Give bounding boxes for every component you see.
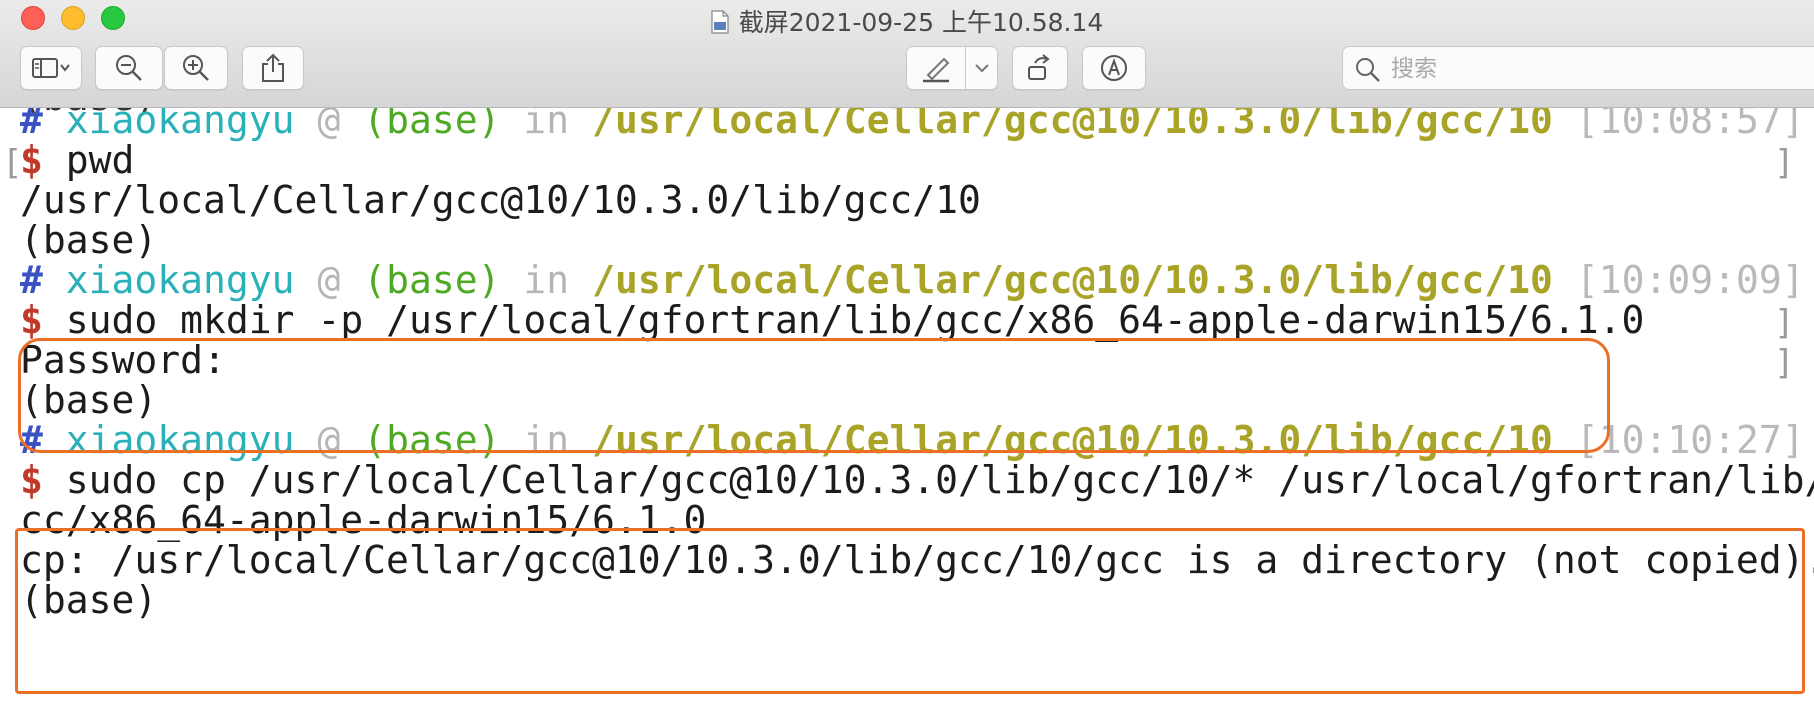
search-field[interactable] <box>1342 46 1814 90</box>
prompt-user: xiaokangyu <box>65 418 295 462</box>
output-line: /usr/local/Cellar/gcc@10/10.3.0/lib/gcc/… <box>20 177 981 223</box>
command-text: pwd <box>65 138 135 182</box>
prompt-cwd: /usr/local/Cellar/gcc@10/10.3.0/lib/gcc/… <box>592 108 1553 142</box>
command-text: sudo cp /usr/local/Cellar/gcc@10/10.3.0/… <box>65 458 1814 502</box>
zoom-in-icon <box>181 53 211 83</box>
markup-pen-icon <box>1099 53 1129 83</box>
env-text: (base) <box>20 218 158 262</box>
search-input[interactable] <box>1389 51 1793 87</box>
highlighter-icon <box>920 53 952 83</box>
sidebar-icon <box>31 56 71 80</box>
sidebar-toggle-button[interactable] <box>20 46 82 90</box>
window-titlebar: 截屏2021-09-25 上午10.58.14 <box>0 0 1814 108</box>
error-text: cp: /usr/local/Cellar/gcc@10/10.3.0/lib/… <box>20 538 1814 582</box>
right-bracket: ] <box>1774 343 1795 383</box>
prompt-cwd: /usr/local/Cellar/gcc@10/10.3.0/lib/gcc/… <box>592 258 1553 302</box>
prompt-env: (base) <box>363 418 501 462</box>
prompt-in: in <box>523 108 570 142</box>
output-line: cp: /usr/local/Cellar/gcc@10/10.3.0/lib/… <box>20 537 1814 583</box>
markup-toolbar-button[interactable] <box>1082 46 1146 90</box>
prompt-in: in <box>523 418 570 462</box>
window-title-text: 截屏2021-09-25 上午10.58.14 <box>738 8 1104 37</box>
prompt-at: @ <box>317 418 341 462</box>
zoom-out-icon <box>114 53 144 83</box>
prompt-env: (base) <box>363 108 501 142</box>
password-prompt-text: Password: <box>20 338 226 382</box>
window-title: 截屏2021-09-25 上午10.58.14 <box>0 3 1814 39</box>
share-icon <box>260 53 286 83</box>
prompt-cwd: /usr/local/Cellar/gcc@10/10.3.0/lib/gcc/… <box>592 418 1553 462</box>
prompt-at: @ <box>317 258 341 302</box>
document-icon <box>711 10 729 34</box>
prompt-in: in <box>523 258 570 302</box>
rotate-icon <box>1025 53 1055 83</box>
prompt-dollar: $ <box>20 458 43 502</box>
env-text: (base) <box>20 378 158 422</box>
prompt-hash: # <box>20 418 43 462</box>
chevron-down-icon <box>974 62 990 74</box>
terminal-screenshot: (base) # xiaokangyu @ (base) in /usr/loc… <box>0 108 1814 718</box>
command-text: cc/x86_64-apple-darwin15/6.1.0 <box>20 498 707 542</box>
zoom-in-button[interactable] <box>164 46 228 90</box>
prompt-time: [10:10:27] <box>1575 418 1805 462</box>
zoom-out-button[interactable] <box>95 46 163 90</box>
prompt-env: (base) <box>363 258 501 302</box>
rotate-button[interactable] <box>1012 46 1068 90</box>
env-text: (base) <box>20 578 158 622</box>
output-text: /usr/local/Cellar/gcc@10/10.3.0/lib/gcc/… <box>20 178 981 222</box>
prompt-line: # xiaokangyu @ (base) in /usr/local/Cell… <box>20 108 1805 143</box>
prompt-user: xiaokangyu <box>65 258 295 302</box>
prompt-dollar: $ <box>20 298 43 342</box>
prompt-at: @ <box>317 108 341 142</box>
command-line: $ sudo mkdir -p /usr/local/gfortran/lib/… <box>20 297 1644 343</box>
highlight-button[interactable] <box>906 46 966 90</box>
prompt-dollar: $ <box>20 138 43 182</box>
right-bracket: ] <box>1774 143 1795 183</box>
prompt-time: [10:09:09] <box>1575 258 1805 302</box>
command-text: sudo mkdir -p /usr/local/gfortran/lib/gc… <box>65 298 1645 342</box>
output-line: (base) <box>20 577 157 623</box>
prompt-hash: # <box>20 258 43 302</box>
prompt-time: [10:08:57] <box>1575 108 1805 142</box>
highlight-menu-button[interactable] <box>966 46 998 90</box>
share-button[interactable] <box>242 46 304 90</box>
